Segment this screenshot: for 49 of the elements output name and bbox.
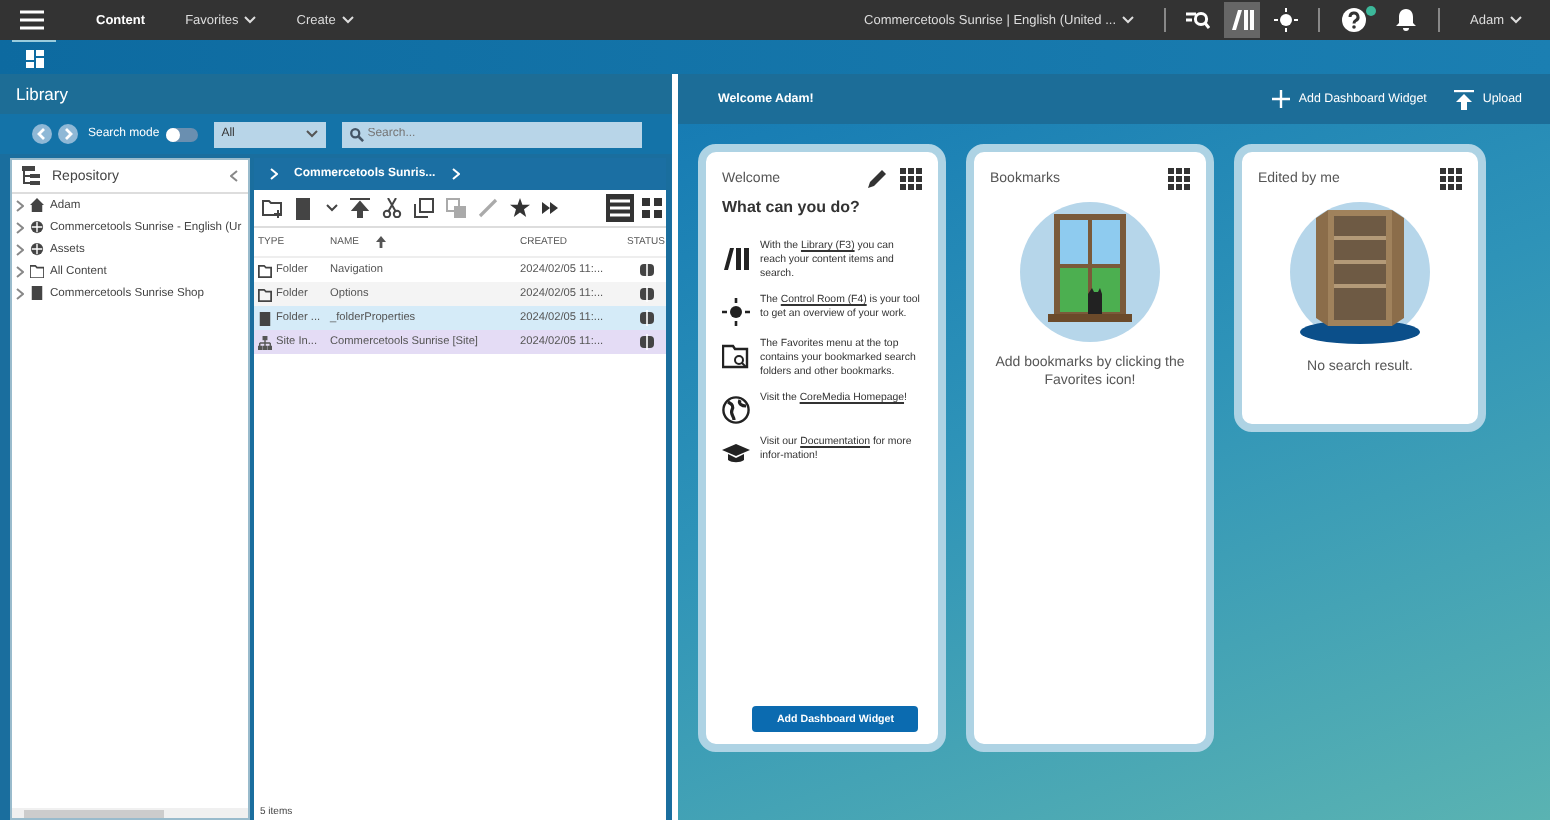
library-icon: [722, 244, 750, 272]
star-icon[interactable]: [510, 198, 530, 218]
copy-icon[interactable]: [414, 198, 434, 218]
chevron-down-icon: [341, 16, 354, 24]
folder-icon: [30, 264, 44, 278]
sort-arrow-icon: [376, 236, 386, 248]
list-view-icon[interactable]: [606, 194, 634, 222]
grid-menu-icon[interactable]: [1168, 168, 1190, 190]
chevron-down-icon: [1510, 16, 1522, 24]
status-icon: [639, 286, 653, 302]
status-icon: [639, 334, 653, 350]
chevron-down-icon: [244, 16, 257, 24]
search-icon: [349, 127, 364, 141]
grid-menu-icon[interactable]: [1440, 168, 1462, 190]
notification-dot: [1366, 5, 1377, 15]
sitemap-icon: [258, 335, 272, 349]
grid-menu-icon[interactable]: [900, 168, 922, 190]
chevron-down-icon: [305, 130, 318, 138]
help-icon[interactable]: [1342, 8, 1367, 32]
search-mode-toggle[interactable]: [165, 127, 198, 141]
welcome-heading: What can you do?: [722, 198, 862, 216]
folder-search-icon: [722, 342, 750, 371]
collapse-icon[interactable]: [230, 170, 238, 182]
fast-forward-icon[interactable]: [542, 202, 558, 214]
upload-icon: [1454, 89, 1475, 109]
house-icon: [30, 198, 44, 212]
status-icon: [639, 262, 653, 278]
tree-icon: [22, 166, 42, 186]
horizontal-scrollbar[interactable]: [12, 808, 248, 818]
empty-cabinet-drawing: [1290, 202, 1430, 346]
control-room-icon: [722, 298, 750, 327]
back-icon[interactable]: [32, 124, 52, 144]
forward-icon[interactable]: [58, 124, 78, 144]
document-icon: [30, 286, 44, 300]
grid-view-icon[interactable]: [638, 194, 666, 222]
status-icon: [639, 310, 653, 326]
menu-icon[interactable]: [20, 10, 44, 30]
plus-icon: [1272, 90, 1291, 108]
new-document-icon[interactable]: [296, 197, 314, 219]
upload-icon[interactable]: [350, 198, 370, 218]
pencil-icon[interactable]: [866, 168, 888, 190]
chevron-down-icon: [326, 204, 338, 212]
chevron-down-icon: [1122, 16, 1135, 24]
scissors-icon[interactable]: [382, 198, 402, 218]
library-title: Library: [16, 84, 68, 104]
document-icon: [258, 311, 272, 325]
library-icon[interactable]: [1224, 2, 1261, 38]
new-folder-icon[interactable]: [262, 198, 284, 218]
cat-window-drawing: [1020, 202, 1160, 342]
